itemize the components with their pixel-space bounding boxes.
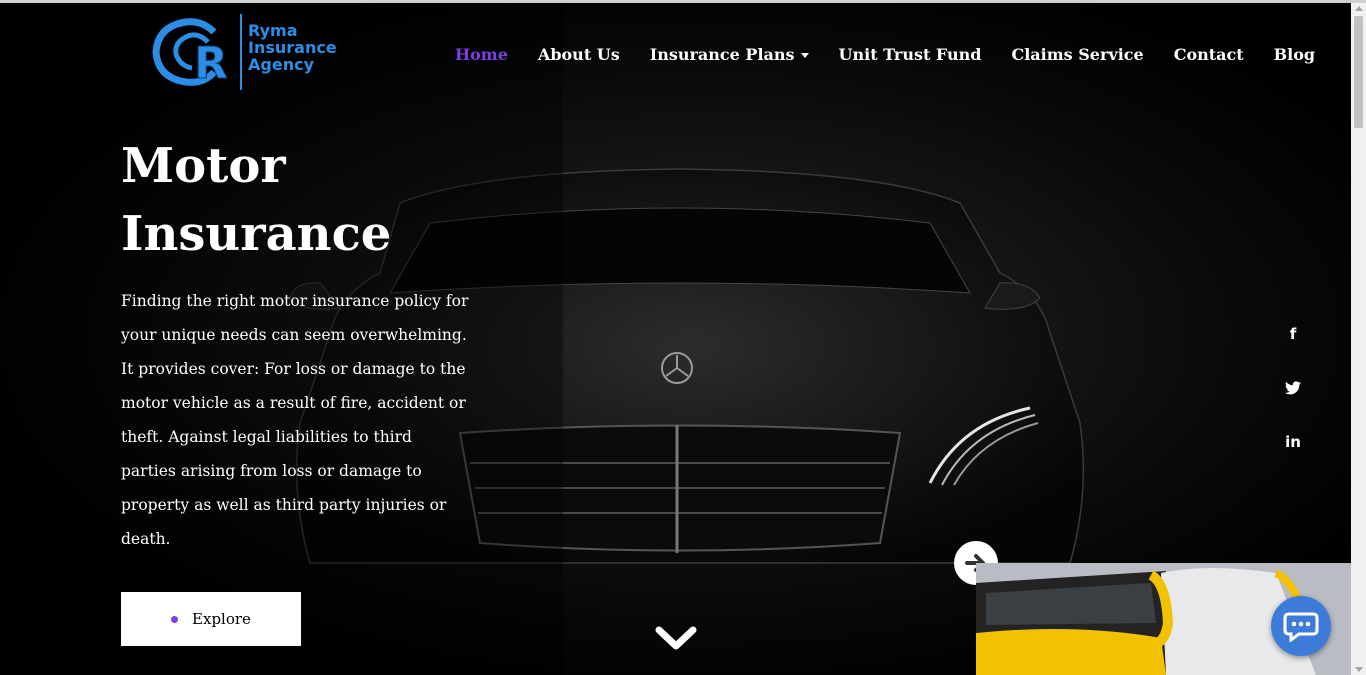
hero-title-line2: Insurance [121,206,392,262]
hero-title: Motor Insurance [121,132,481,268]
nav-item-contact[interactable]: Contact [1174,45,1244,64]
main-nav: Home About Us Insurance Plans Unit Trust… [455,40,1345,68]
twitter-bird-icon [1285,381,1301,395]
brand-name-line2: Insurance [248,38,337,57]
svg-text:R: R [194,38,228,89]
scrollbar-thumb[interactable] [1354,16,1363,128]
brand-name-line3: Agency [248,55,314,74]
logo-mark-icon: R [152,18,228,90]
explore-button[interactable]: Explore [121,592,301,646]
brand-logo[interactable]: R Ryma Insurance Agency [152,12,342,92]
page-scrollbar[interactable] [1351,3,1366,675]
logo-divider [240,14,242,90]
nav-item-home[interactable]: Home [455,45,508,64]
caret-down-icon [800,52,809,58]
dot-icon [171,615,179,623]
chat-bubble-icon [1283,612,1319,642]
chat-button[interactable] [1271,596,1331,656]
nav-item-blog[interactable]: Blog [1274,45,1315,64]
facebook-icon[interactable]: f [1280,321,1306,347]
brand-name-line1: Ryma [248,21,298,40]
scroll-down-arrow-icon[interactable] [1355,667,1363,672]
nav-item-insurance-plans-label: Insurance Plans [649,44,795,64]
nav-item-claims-service[interactable]: Claims Service [1011,45,1143,64]
explore-button-label: Explore [192,610,251,628]
nav-item-insurance-plans[interactable]: Insurance Plans [650,45,809,64]
hero-description: Finding the right motor insurance policy… [121,292,469,548]
twitter-icon[interactable] [1280,375,1306,401]
brand-name: Ryma Insurance Agency [248,22,348,73]
linkedin-icon[interactable]: in [1280,429,1306,455]
nav-item-about-us[interactable]: About Us [538,45,620,64]
nav-item-unit-trust-fund[interactable]: Unit Trust Fund [839,45,982,64]
scroll-up-arrow-icon[interactable] [1355,6,1363,11]
chevron-down-icon[interactable] [655,624,697,654]
hero-title-line1: Motor [121,138,286,194]
